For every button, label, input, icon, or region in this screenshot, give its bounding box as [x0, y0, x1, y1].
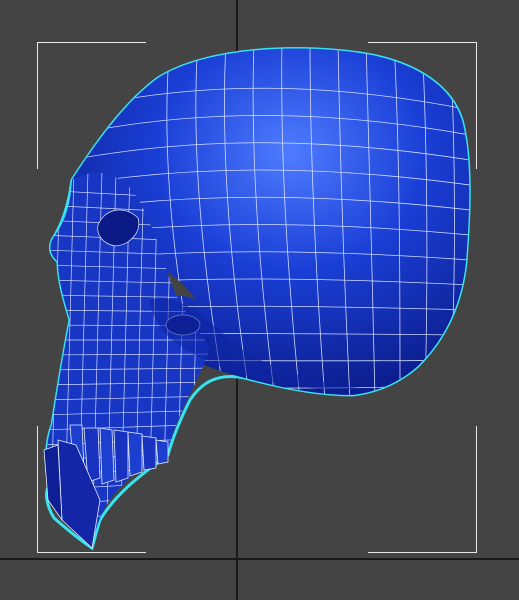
skull-mesh-model[interactable] [0, 0, 519, 600]
perspective-viewport[interactable] [0, 0, 519, 600]
